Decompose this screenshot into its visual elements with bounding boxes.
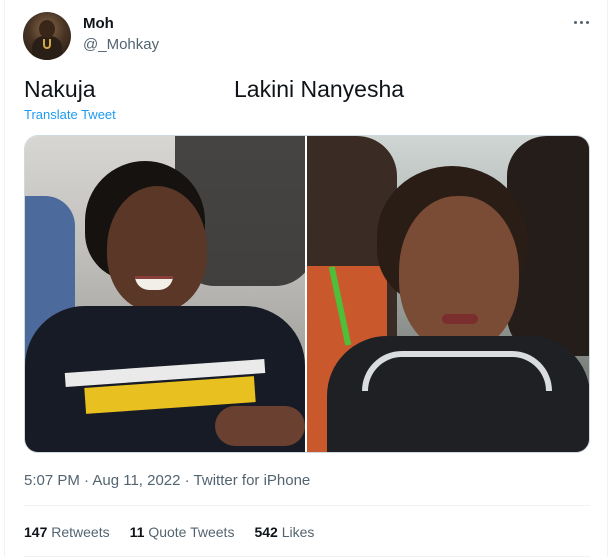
frame-border-right <box>607 0 608 557</box>
retweets-stat[interactable]: 147 Retweets <box>24 524 110 540</box>
likes-label: Likes <box>281 524 315 540</box>
likes-count: 542 <box>254 524 282 540</box>
quote-tweets-label: Quote Tweets <box>148 524 235 540</box>
tweet-media[interactable] <box>24 135 590 453</box>
hand <box>215 406 305 446</box>
tweet-timestamp[interactable]: 5:07 PM · Aug 11, 2022 · Twitter for iPh… <box>24 472 310 489</box>
quote-tweets-stat[interactable]: 11 Quote Tweets <box>130 524 235 540</box>
avatar-figure-head <box>39 20 55 38</box>
tweet-stats: 147 Retweets 11 Quote Tweets 542 Likes <box>24 524 334 540</box>
lips <box>442 314 478 324</box>
frame-border-left <box>4 0 5 557</box>
retweets-count: 147 <box>24 524 52 540</box>
more-dot <box>579 20 583 24</box>
tweet-text-right: Lakini Nanyesha <box>234 76 405 102</box>
author-display-name[interactable]: Moh <box>83 15 114 32</box>
photo-left[interactable] <box>25 136 305 452</box>
photo-right[interactable] <box>307 136 589 452</box>
divider <box>24 505 590 506</box>
likes-stat[interactable]: 542 Likes <box>254 524 314 540</box>
author-handle[interactable]: @_Mohkay <box>83 36 159 53</box>
retweets-label: Retweets <box>51 524 110 540</box>
more-horizontal-icon[interactable] <box>569 12 593 32</box>
tweet-text-left: Nakuja <box>24 76 96 102</box>
quote-tweets-count: 11 <box>129 524 149 540</box>
more-dot <box>585 20 589 24</box>
face <box>107 186 207 311</box>
jacket-collar <box>362 351 552 391</box>
avatar[interactable] <box>23 12 71 60</box>
avatar-chain <box>43 39 51 49</box>
more-dot <box>573 20 577 24</box>
face <box>399 196 519 351</box>
translate-tweet-link[interactable]: Translate Tweet <box>24 107 116 122</box>
